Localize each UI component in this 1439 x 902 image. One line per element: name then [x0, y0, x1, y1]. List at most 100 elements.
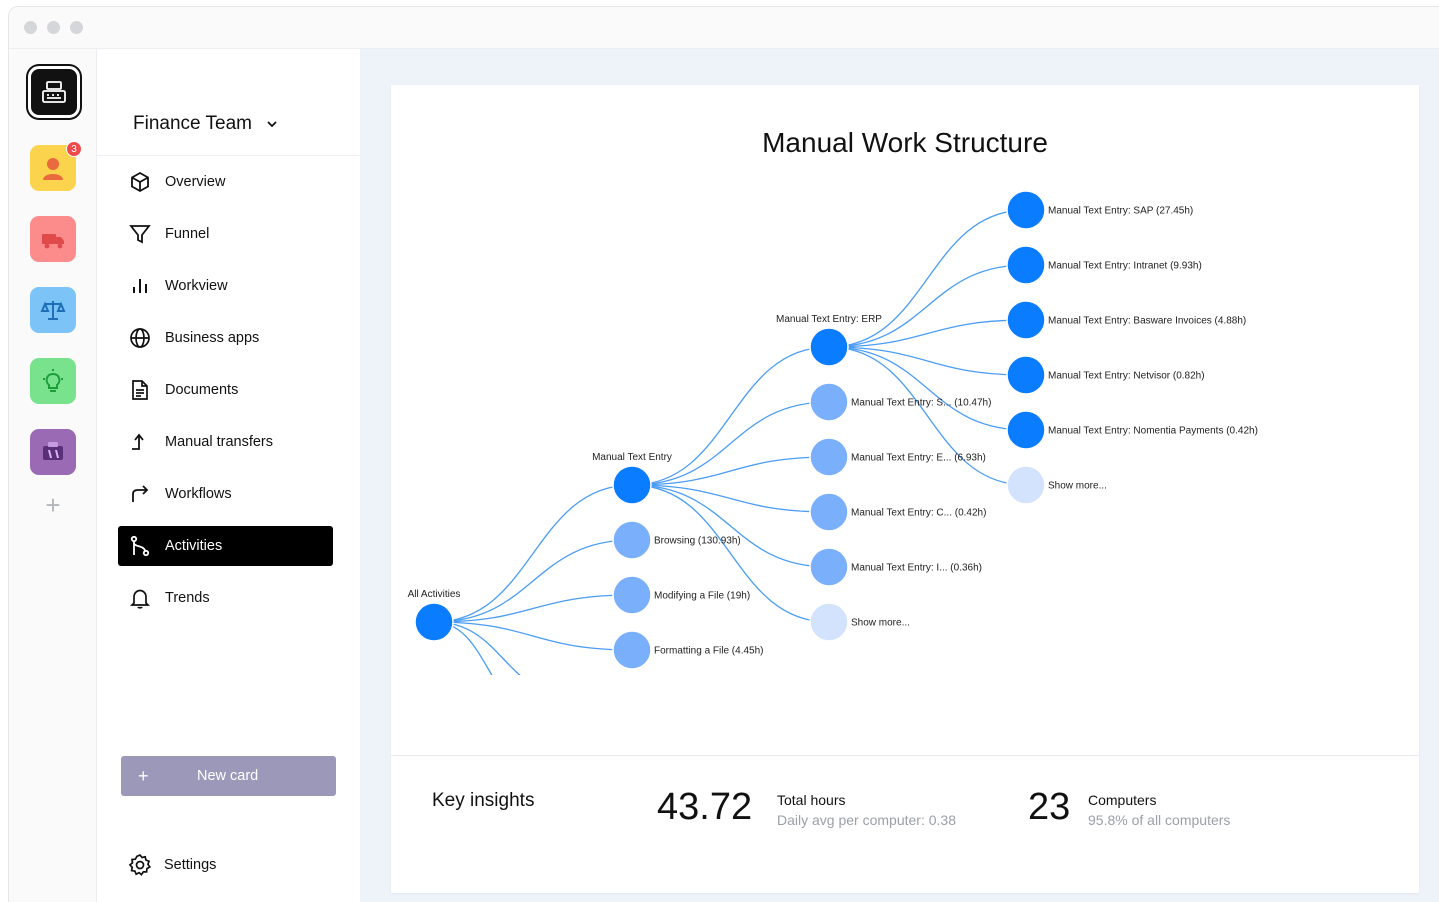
- lab-icon: [43, 442, 63, 460]
- tree-node-level1[interactable]: Manual Text Entry: [592, 452, 672, 505]
- computers-value: 23: [1028, 786, 1071, 828]
- main-content: Manual Work Structure All Activities Manu…: [360, 49, 1439, 902]
- tree-link: [631, 484, 830, 513]
- bell-icon: [128, 586, 152, 610]
- balance-scale-icon: [40, 301, 66, 320]
- sidebar-item-label: Workflows: [165, 486, 232, 502]
- tree-node-label: Manual Text Entry: S... (10.47h): [851, 398, 991, 409]
- app-rail: 3 +: [9, 49, 97, 902]
- tree-node-level2[interactable]: Manual Text Entry: I... (0.36h): [809, 547, 982, 587]
- tree-node-circle[interactable]: [1006, 410, 1046, 450]
- truck-icon: [42, 234, 64, 249]
- balance-scale-app-button[interactable]: [30, 287, 76, 333]
- sidebar-item-label: Documents: [165, 382, 239, 398]
- activities-card: Manual Work Structure All Activities Manu…: [391, 85, 1419, 893]
- tree-node-level3[interactable]: Show more...: [1006, 465, 1107, 505]
- tree-node-root[interactable]: All Activities: [408, 589, 461, 642]
- tree-node-label: Browsing (130.93h): [654, 536, 741, 547]
- tree-node-circle[interactable]: [1006, 300, 1046, 340]
- app-window: 3 + Finance Team Overview Funnel Workvie…: [8, 6, 1439, 902]
- tree-node-level3[interactable]: Manual Text Entry: Basware Invoices (4.8…: [1006, 300, 1246, 340]
- tree-node-circle[interactable]: [809, 437, 849, 477]
- tree-node-circle[interactable]: [809, 547, 849, 587]
- tree-node-circle[interactable]: [809, 492, 849, 532]
- tree-node-label: Manual Text Entry: [592, 452, 672, 463]
- cash-register-app-button[interactable]: [28, 66, 80, 118]
- tree-node-label: Manual Text Entry: SAP (27.45h): [1048, 206, 1193, 217]
- tree-node-level2[interactable]: Manual Text Entry: ERP: [776, 314, 882, 367]
- sidebar-item-business-apps[interactable]: Business apps: [118, 318, 333, 358]
- tree-link: [631, 401, 830, 486]
- tree-node-level3[interactable]: Manual Text Entry: SAP (27.45h): [1006, 190, 1193, 230]
- sidebar-item-trends[interactable]: Trends: [118, 578, 333, 618]
- sidebar-item-workflows[interactable]: Workflows: [118, 474, 333, 514]
- tree-link: [828, 346, 1027, 431]
- tree-node-circle[interactable]: [1006, 465, 1046, 505]
- new-card-label: New card: [197, 768, 259, 784]
- tree-node-label: Manual Text Entry: E... (6.93h): [851, 453, 986, 464]
- funnel-icon: [128, 222, 152, 246]
- person-app-button[interactable]: 3: [30, 141, 82, 191]
- tree-node-circle[interactable]: [1006, 245, 1046, 285]
- tree-link: [433, 594, 633, 623]
- sidebar-item-overview[interactable]: Overview: [118, 162, 333, 202]
- tree-node-circle[interactable]: [809, 382, 849, 422]
- sidebar-item-label: Activities: [165, 538, 223, 554]
- tree-node-circle[interactable]: [612, 465, 652, 505]
- minimize-window-button[interactable]: [47, 21, 60, 34]
- tree-node-circle[interactable]: [414, 602, 454, 642]
- tree-node-circle[interactable]: [1006, 355, 1046, 395]
- settings-label: Settings: [164, 857, 217, 873]
- key-insights: Key insights 43.72 Total hours Daily avg…: [391, 755, 1419, 893]
- tree-node-level2[interactable]: Show more...: [809, 602, 910, 642]
- settings-button[interactable]: Settings: [128, 853, 216, 877]
- delivery-truck-app-button[interactable]: [30, 216, 76, 262]
- tree-node-circle[interactable]: [809, 327, 849, 367]
- tree-node-circle[interactable]: [809, 602, 849, 642]
- cash-register-icon: [42, 81, 66, 103]
- tree-node-level3[interactable]: Manual Text Entry: Intranet (9.93h): [1006, 245, 1202, 285]
- close-window-button[interactable]: [24, 21, 37, 34]
- tree-node-level1[interactable]: Browsing (130.93h): [612, 520, 741, 560]
- new-card-button[interactable]: + New card: [121, 756, 336, 796]
- document-icon: [128, 378, 152, 402]
- tree-node-circle[interactable]: [1006, 190, 1046, 230]
- tree-link: [433, 621, 633, 651]
- tree-node-circle[interactable]: [612, 520, 652, 560]
- tree-node-level1[interactable]: Formatting a File (4.45h): [612, 630, 764, 670]
- sidebar-item-activities[interactable]: Activities: [118, 526, 333, 566]
- tree-node-label: Manual Text Entry: Basware Invoices (4.8…: [1048, 316, 1246, 327]
- lab-app-button[interactable]: [30, 429, 76, 475]
- sidebar-item-workview[interactable]: Workview: [118, 266, 333, 306]
- team-name: Finance Team: [133, 113, 252, 134]
- tree-node-label: Manual Text Entry: C... (0.42h): [851, 508, 986, 519]
- sidebar-item-label: Overview: [165, 174, 226, 190]
- tree-node-circle[interactable]: [612, 630, 652, 670]
- globe-icon: [128, 326, 152, 350]
- gear-icon: [128, 853, 152, 877]
- branch-icon: [128, 534, 152, 558]
- tree-node-label: Manual Text Entry: I... (0.36h): [851, 563, 982, 574]
- tree-node-level3[interactable]: Manual Text Entry: Netvisor (0.82h): [1006, 355, 1205, 395]
- tree-link: [828, 346, 1027, 486]
- sidebar-item-manual-transfers[interactable]: Manual transfers: [118, 422, 333, 462]
- tree-link: [631, 484, 830, 568]
- total-hours-value: 43.72: [657, 786, 753, 828]
- total-hours-sub: Daily avg per computer: 0.38: [777, 812, 956, 828]
- team-selector[interactable]: Finance Team: [133, 113, 278, 135]
- lightbulb-icon: [43, 369, 63, 392]
- tree-node-level3[interactable]: Manual Text Entry: Nomentia Payments (0.…: [1006, 410, 1258, 450]
- sidebar-item-documents[interactable]: Documents: [118, 370, 333, 410]
- add-app-button[interactable]: +: [41, 492, 65, 518]
- sidebar-item-funnel[interactable]: Funnel: [118, 214, 333, 254]
- maximize-window-button[interactable]: [70, 21, 83, 34]
- chevron-down-icon: [267, 121, 277, 128]
- tree-node-level2[interactable]: Manual Text Entry: C... (0.42h): [809, 492, 986, 532]
- lightbulb-app-button[interactable]: [30, 358, 76, 404]
- tree-node-label: Show more...: [1048, 481, 1107, 492]
- tree-node-level1[interactable]: Modifying a File (19h): [612, 575, 750, 615]
- sidebar: Finance Team Overview Funnel Workview Bu…: [97, 49, 360, 902]
- tree-node-level2[interactable]: Manual Text Entry: E... (6.93h): [809, 437, 986, 477]
- tree-node-label: Manual Text Entry: Intranet (9.93h): [1048, 261, 1202, 272]
- tree-node-circle[interactable]: [612, 575, 652, 615]
